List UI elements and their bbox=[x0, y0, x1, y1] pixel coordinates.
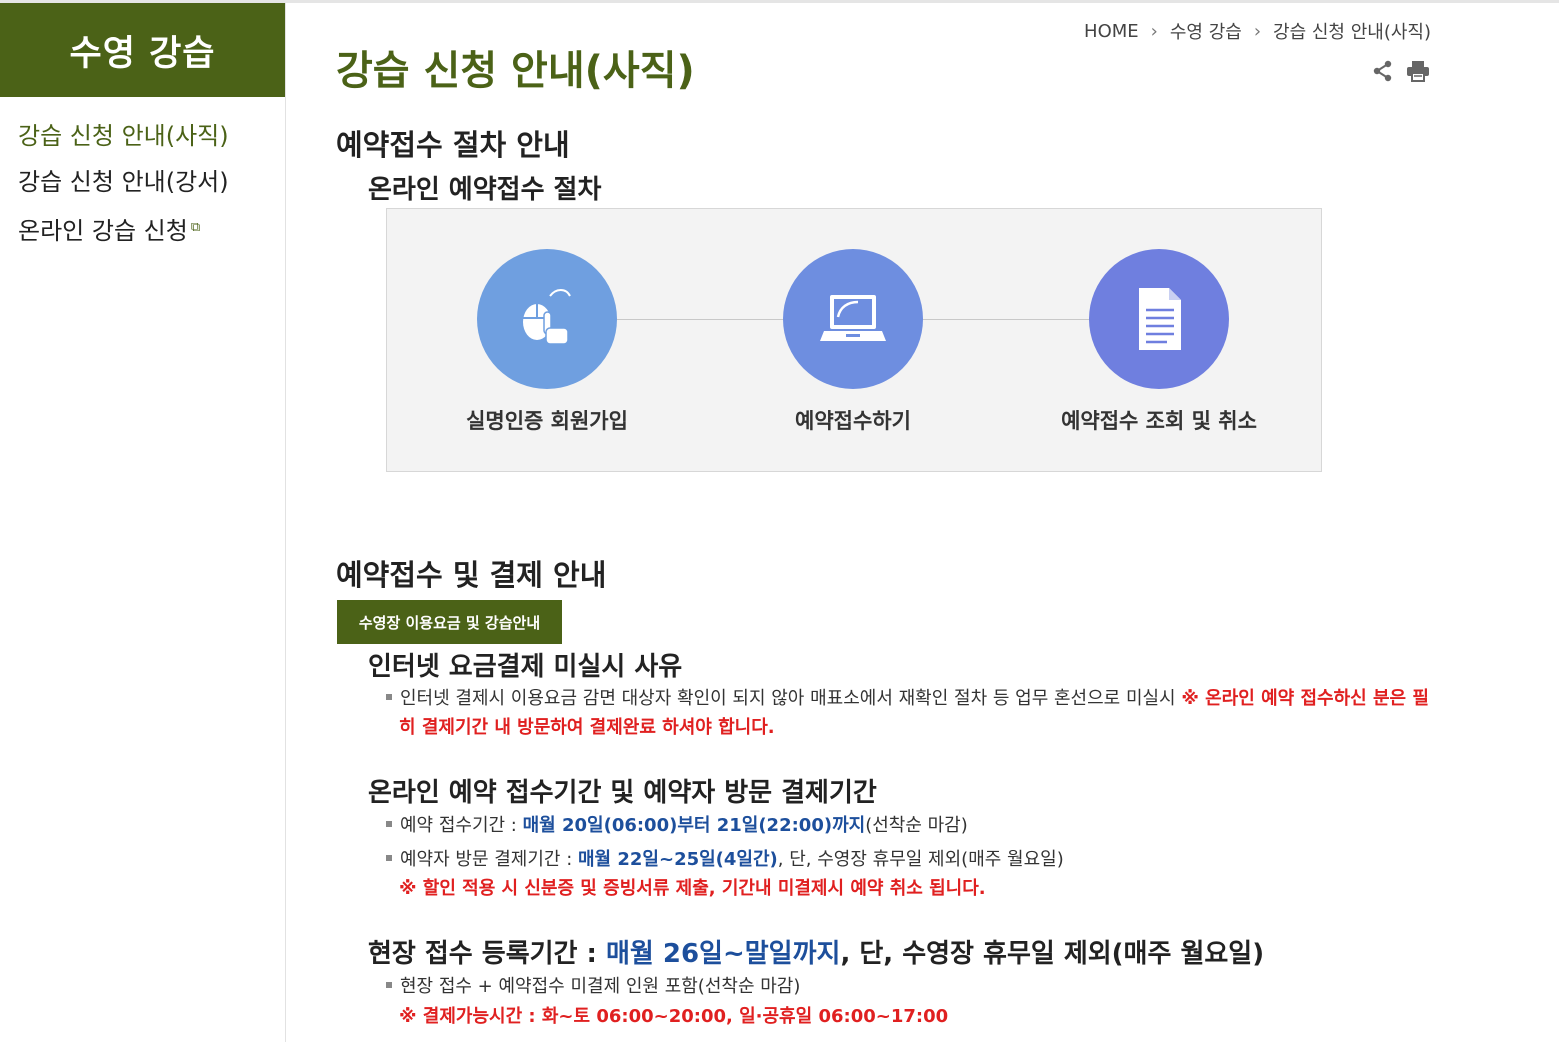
subheading-no-online-payment: 인터넷 요금결제 미실시 사유 bbox=[368, 652, 683, 682]
sidebar-item-label: 강습 신청 안내(강서) bbox=[18, 168, 229, 196]
bullet-icon bbox=[386, 694, 392, 700]
sidebar-item-gangseo[interactable]: 강습 신청 안내(강서) bbox=[0, 159, 285, 205]
sidebar-item-online-apply[interactable]: 온라인 강습 신청 ⧉ bbox=[0, 205, 285, 251]
apply-period: 예약 접수기간 : 매월 20일(06:00)부터 21일(22:00)까지(선… bbox=[386, 811, 968, 840]
sidebar-item-sajik[interactable]: 강습 신청 안내(사직) bbox=[0, 113, 285, 159]
visit-payment-period: 예약자 방문 결제기간 : 매월 22일~25일(4일간), 단, 수영장 휴무… bbox=[386, 845, 1064, 874]
onsite-text: 현장 접수 + 예약접수 미결제 인원 포함(선착순 마감) bbox=[386, 972, 800, 1001]
share-icon[interactable] bbox=[1372, 60, 1394, 82]
bullet-icon bbox=[386, 821, 392, 827]
onsite-warning: ※ 결제가능시간 : 화~토 06:00~20:00, 일·공휴일 06:00~… bbox=[399, 1006, 949, 1027]
step-reserve: 예약접수하기 bbox=[703, 249, 1003, 435]
sidebar-item-label: 온라인 강습 신청 bbox=[18, 217, 188, 245]
laptop-icon bbox=[820, 295, 886, 341]
subheading-period: 온라인 예약 접수기간 및 예약자 방문 결제기간 bbox=[368, 778, 877, 808]
page-tools bbox=[1372, 60, 1430, 82]
breadcrumb: HOME › 수영 강습 › 강습 신청 안내(사직) bbox=[1084, 18, 1431, 44]
reason-warning: 히 결제기간 내 방문하여 결제완료 하셔야 합니다. bbox=[399, 717, 775, 738]
subheading-online-procedure: 온라인 예약접수 절차 bbox=[368, 175, 602, 205]
chevron-right-icon: › bbox=[1150, 20, 1158, 42]
bullet-icon bbox=[386, 855, 392, 861]
procedure-box: 실명인증 회원가입 예약접수하기 예약접수 조회 및 취소 bbox=[386, 208, 1322, 472]
step-inquiry-cancel: 예약접수 조회 및 취소 bbox=[1009, 249, 1309, 435]
step-circle bbox=[1089, 249, 1229, 389]
section-heading-payment: 예약접수 및 결제 안내 bbox=[336, 558, 607, 592]
mouse-click-icon bbox=[523, 289, 571, 345]
sidebar: 수영 강습 강습 신청 안내(사직) 강습 신청 안내(강서) 온라인 강습 신… bbox=[0, 3, 286, 1042]
step-label: 예약접수하기 bbox=[795, 409, 911, 433]
step-circle bbox=[477, 249, 617, 389]
chevron-right-icon: › bbox=[1253, 20, 1262, 42]
step-circle bbox=[783, 249, 923, 389]
breadcrumb-current[interactable]: 강습 신청 안내(사직) bbox=[1273, 18, 1431, 44]
document-icon bbox=[1139, 288, 1181, 350]
sidebar-title: 수영 강습 bbox=[0, 3, 285, 97]
page-title: 강습 신청 안내(사직) bbox=[336, 48, 695, 94]
period-warning: ※ 할인 적용 시 신분증 및 증빙서류 제출, 기간내 미결제시 예약 취소 … bbox=[399, 878, 986, 899]
breadcrumb-swimming[interactable]: 수영 강습 bbox=[1170, 18, 1242, 44]
sidebar-item-label: 강습 신청 안내(사직) bbox=[18, 122, 229, 150]
bullet-icon bbox=[386, 982, 392, 988]
step-label: 실명인증 회원가입 bbox=[466, 409, 628, 433]
reason-text: 인터넷 결제시 이용요금 감면 대상자 확인이 되지 않아 매표소에서 재확인 … bbox=[386, 684, 1446, 713]
print-icon[interactable] bbox=[1406, 60, 1430, 82]
sidebar-menu: 강습 신청 안내(사직) 강습 신청 안내(강서) 온라인 강습 신청 ⧉ bbox=[0, 97, 285, 251]
breadcrumb-home[interactable]: HOME bbox=[1084, 21, 1139, 42]
step-signup: 실명인증 회원가입 bbox=[397, 249, 697, 435]
step-label: 예약접수 조회 및 취소 bbox=[1061, 409, 1257, 433]
fee-info-button[interactable]: 수영장 이용요금 및 강습안내 bbox=[337, 600, 562, 644]
section-heading-procedure: 예약접수 절차 안내 bbox=[336, 128, 570, 162]
subheading-onsite: 현장 접수 등록기간 : 매월 26일~말일까지, 단, 수영장 휴무일 제외(… bbox=[368, 939, 1265, 969]
external-link-icon: ⧉ bbox=[190, 220, 201, 235]
